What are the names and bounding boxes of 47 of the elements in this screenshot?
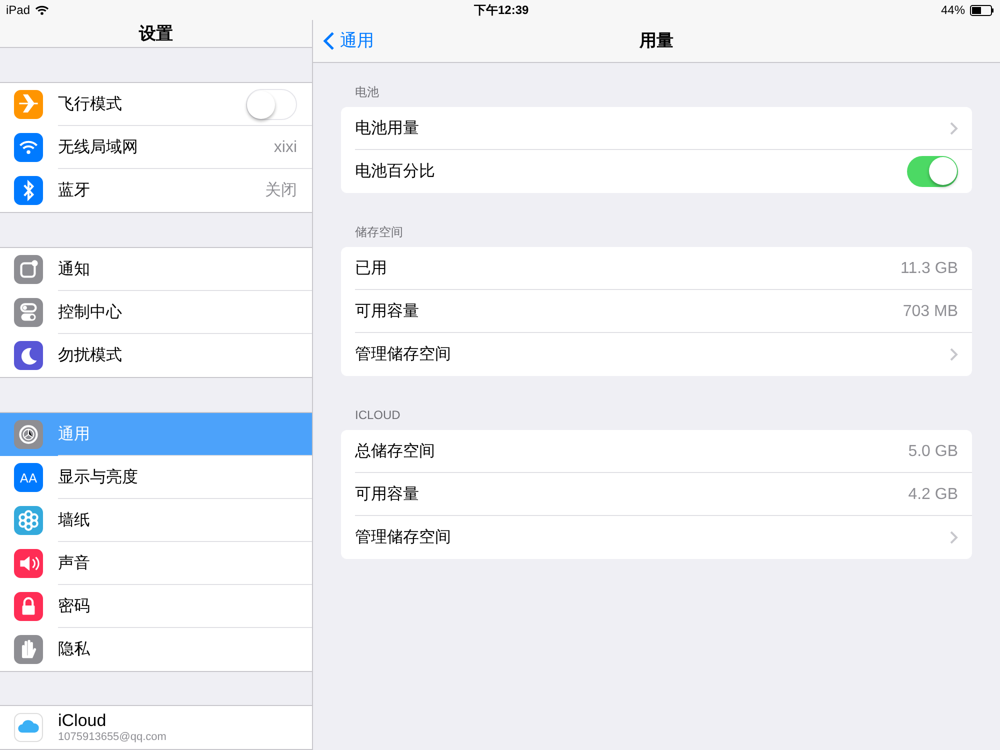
battery-icon <box>970 4 994 16</box>
row-label: 管理储存空间 <box>355 528 451 548</box>
cloud-icon <box>14 713 43 742</box>
text-size-icon: AA <box>14 463 43 492</box>
chevron-icon <box>950 531 958 544</box>
row-label: 管理储存空间 <box>355 344 451 364</box>
wifi-icon <box>35 5 50 15</box>
item-label: 隐私 <box>58 640 90 660</box>
sidebar-title: 设置 <box>139 22 173 45</box>
item-label: 蓝牙 <box>58 180 90 200</box>
row-label: 可用容量 <box>355 484 419 504</box>
chevron-icon <box>950 348 958 361</box>
item-label: 墙纸 <box>58 510 90 530</box>
row-value: 11.3 GB <box>900 258 958 278</box>
row-label: 电池用量 <box>355 118 419 138</box>
item-label: 控制中心 <box>58 302 122 322</box>
back-chevron-icon <box>323 31 335 51</box>
item-label: 飞行模式 <box>58 94 122 114</box>
item-label: 密码 <box>58 596 90 616</box>
row-value: 703 MB <box>902 302 958 322</box>
toggle-switch[interactable] <box>246 89 297 120</box>
row-label: 总储存空间 <box>355 442 435 462</box>
row-value: 4.2 GB <box>908 484 958 504</box>
section-header: 储存空间 <box>354 225 404 240</box>
item-label: 通用 <box>58 424 90 444</box>
item-label: 无线局域网 <box>58 138 138 158</box>
item-label: 显示与亮度 <box>58 468 138 488</box>
row-label: 电池百分比 <box>355 162 435 182</box>
section-header: ICLOUD <box>354 408 402 423</box>
row-label: 可用容量 <box>355 302 419 322</box>
item-label: iCloud <box>58 710 108 732</box>
account-email: 1075913655@qq.com <box>58 731 166 745</box>
row-value: 5.0 GB <box>908 442 958 462</box>
toggle-switch[interactable] <box>907 156 958 187</box>
item-label: 声音 <box>58 554 90 574</box>
chevron-icon <box>950 122 958 135</box>
battery-level: 44% <box>940 2 965 19</box>
row-label: 已用 <box>355 258 387 278</box>
item-label: 通知 <box>58 260 90 280</box>
page-title: 用量 <box>640 30 674 52</box>
device-name: iPad <box>6 2 30 19</box>
item-value: xixi <box>274 138 297 158</box>
back-button[interactable]: 通用 <box>323 28 374 54</box>
item-value: 关闭 <box>265 180 297 200</box>
item-label: 勿扰模式 <box>58 346 122 366</box>
section-header: 电池 <box>354 85 380 100</box>
clock: 下午12:39 <box>474 2 529 19</box>
